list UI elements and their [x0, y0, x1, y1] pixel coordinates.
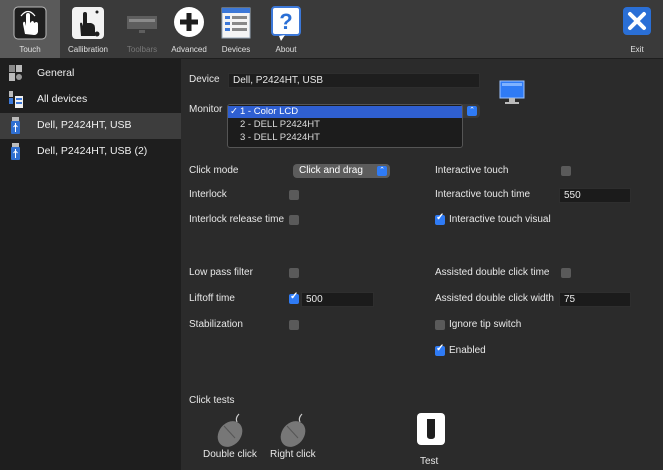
toolbar-toolbars-label: Toolbars — [126, 45, 158, 54]
interactive-touch-time-label: Interactive touch time — [435, 189, 531, 200]
chevron-updown-icon: ⌃ — [377, 166, 387, 176]
double-click-label: Double click — [203, 449, 257, 460]
interactive-touch-time-field[interactable]: 550 — [559, 188, 631, 203]
test-tile-icon — [417, 413, 445, 445]
liftoff-time-checkbox[interactable] — [289, 291, 299, 304]
exit-label: Exit — [630, 45, 644, 54]
ignore-tip-switch-checkbox[interactable] — [435, 320, 445, 330]
mouse-icon — [217, 413, 243, 447]
assisted-double-click-width-label: Assisted double click width — [435, 293, 554, 304]
calibration-icon — [72, 7, 104, 39]
monitor-option-label: 3 - DELL P2424HT — [240, 132, 320, 143]
toolbar-devices-label: Devices — [221, 45, 251, 54]
low-pass-filter-checkbox[interactable] — [289, 268, 299, 278]
touch-hand-icon — [13, 6, 47, 40]
toolbar-advanced-label: Advanced — [171, 45, 207, 54]
checkmark-icon: ✓ — [230, 106, 238, 117]
stabilization-label: Stabilization — [189, 319, 243, 330]
toolbar-toolbars-button: Toolbars — [116, 0, 168, 58]
toolbar-touch-button[interactable]: Touch — [0, 0, 60, 58]
right-click-label: Right click — [270, 449, 316, 460]
device-label: Device — [189, 74, 220, 85]
enabled-label: Enabled — [449, 345, 486, 356]
enabled-checkbox[interactable] — [435, 343, 445, 356]
toolbar: Touch Callibration Toolbars Advanced Dev… — [0, 0, 663, 59]
right-click-test-button[interactable]: Right click — [266, 412, 322, 462]
toolbar-callibration-label: Callibration — [67, 45, 109, 54]
close-icon — [623, 7, 651, 35]
interlock-label: Interlock — [189, 189, 227, 200]
monitor-option-label: 1 - Color LCD — [240, 106, 299, 117]
sidebar-item-label: Dell, P2424HT, USB — [37, 119, 132, 131]
click-mode-value: Click and drag — [299, 165, 363, 176]
interactive-touch-visual-checkbox[interactable] — [435, 212, 445, 225]
usb-device-icon — [11, 117, 20, 134]
monitor-option-1[interactable]: ✓ 1 - Color LCD — [228, 106, 462, 118]
click-mode-label: Click mode — [189, 165, 239, 176]
click-tests-title: Click tests — [189, 395, 235, 406]
interlock-checkbox[interactable] — [289, 190, 299, 200]
low-pass-filter-label: Low pass filter — [189, 267, 253, 278]
interlock-release-label: Interlock release time — [189, 214, 285, 225]
liftoff-time-field[interactable]: 500 — [301, 292, 374, 307]
stabilization-checkbox[interactable] — [289, 320, 299, 330]
assisted-double-click-time-checkbox[interactable] — [561, 268, 571, 278]
monitor-label: Monitor — [189, 104, 223, 115]
sidebar-item-dell-usb-2[interactable]: Dell, P2424HT, USB (2) — [0, 139, 181, 165]
ignore-tip-switch-label: Ignore tip switch — [449, 319, 522, 330]
device-name-field[interactable]: Dell, P2424HT, USB — [228, 73, 480, 88]
click-mode-select[interactable]: Click and drag ⌃ — [293, 164, 390, 178]
exit-button[interactable]: Exit — [614, 0, 660, 58]
mouse-icon — [280, 413, 306, 447]
sidebar-item-general[interactable]: General — [0, 61, 181, 87]
sidebar-item-all-devices[interactable]: All devices — [0, 87, 181, 113]
monitor-icon — [499, 80, 525, 104]
toolbar-about-button[interactable]: ? About — [262, 0, 310, 58]
test-button[interactable]: Test — [412, 412, 452, 468]
toolbars-icon — [127, 16, 157, 33]
interactive-touch-checkbox[interactable] — [561, 166, 571, 176]
assisted-double-click-time-label: Assisted double click time — [435, 267, 550, 278]
double-click-test-button[interactable]: Double click — [198, 412, 264, 462]
monitor-option-2[interactable]: 2 - DELL P2424HT — [228, 119, 462, 131]
general-settings-icon — [9, 65, 22, 81]
interactive-touch-visual-label: Interactive touch visual — [449, 214, 551, 225]
question-icon: ? — [271, 6, 301, 41]
liftoff-time-label: Liftoff time — [189, 293, 235, 304]
usb-device-icon — [11, 143, 20, 160]
sidebar: General All devices Dell, P2424HT, USB D… — [0, 59, 181, 470]
chevron-updown-icon: ⌃ — [467, 106, 477, 116]
sidebar-item-label: General — [37, 67, 75, 79]
monitor-dropdown: ✓ 1 - Color LCD 2 - DELL P2424HT 3 - DELL… — [227, 104, 463, 148]
toolbar-devices-button[interactable]: Devices — [210, 0, 262, 58]
toolbar-touch-label: Touch — [19, 45, 41, 54]
devices-list-icon — [221, 7, 251, 39]
sidebar-item-label: All devices — [37, 93, 88, 105]
plus-circle-icon — [174, 7, 204, 37]
sidebar-item-dell-usb[interactable]: Dell, P2424HT, USB — [0, 113, 181, 139]
sidebar-item-label: Dell, P2424HT, USB (2) — [37, 145, 148, 157]
monitor-option-label: 2 - DELL P2424HT — [240, 119, 320, 130]
assisted-double-click-width-field[interactable]: 75 — [559, 292, 631, 307]
toolbar-callibration-button[interactable]: Callibration — [60, 0, 116, 58]
toolbar-advanced-button[interactable]: Advanced — [168, 0, 210, 58]
interactive-touch-label: Interactive touch — [435, 165, 509, 176]
monitor-option-3[interactable]: 3 - DELL P2424HT — [228, 132, 462, 144]
svg-text:?: ? — [279, 9, 292, 34]
toolbar-about-label: About — [275, 45, 297, 54]
all-devices-icon — [9, 91, 23, 108]
test-label: Test — [420, 456, 439, 467]
interlock-release-checkbox[interactable] — [289, 215, 299, 225]
